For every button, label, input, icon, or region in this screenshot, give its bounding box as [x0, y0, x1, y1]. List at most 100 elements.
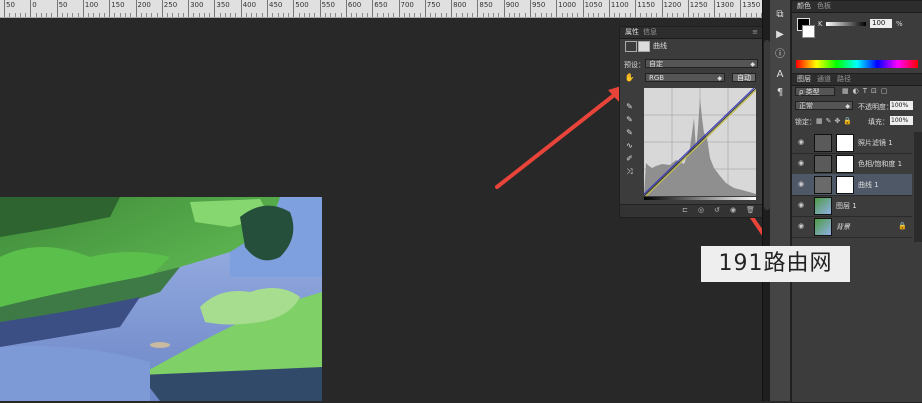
ruler-minor-tick [340, 13, 342, 17]
tab-color[interactable]: 颜色 [794, 2, 814, 11]
ruler-tick [240, 0, 242, 17]
layers-tabs: 图层 通道 路径 [792, 74, 922, 86]
trash-icon[interactable]: 🗑 [746, 206, 755, 214]
actions-icon[interactable]: ▶ [773, 28, 787, 42]
curves-graph[interactable] [644, 88, 756, 196]
tab-paths[interactable]: 路径 [834, 75, 854, 84]
ruler-minor-tick [88, 13, 90, 17]
percent-label: % [896, 20, 903, 28]
ruler-tick [82, 0, 84, 17]
ruler-minor-tick [245, 13, 247, 17]
ruler-minor-tick [277, 13, 279, 17]
ruler-minor-tick [498, 13, 500, 17]
clip-icon[interactable]: ⊏ [682, 206, 688, 214]
ruler-label: 1050 [584, 1, 603, 9]
ruler-minor-tick [25, 13, 27, 17]
k-value-field[interactable]: 100 [870, 19, 892, 28]
eye-icon[interactable]: ◉ [798, 159, 804, 167]
channel-dropdown[interactable]: RGB ◆ [645, 73, 725, 82]
layer-background[interactable]: ◉ 背景 🔒 [792, 216, 912, 238]
ruler-minor-tick [19, 13, 21, 17]
reset-icon[interactable]: ↺ [714, 206, 720, 214]
ruler-minor-tick [309, 13, 311, 17]
ruler-label: 100 [84, 1, 99, 9]
layer-thumbnail [814, 218, 832, 236]
eye-icon[interactable]: ◉ [798, 180, 804, 188]
background-color[interactable] [802, 25, 815, 38]
ruler-minor-tick [430, 13, 432, 17]
k-slider[interactable] [826, 22, 866, 26]
ruler-minor-tick [67, 13, 69, 17]
kind-filter-dropdown[interactable]: ρ 类型 [795, 87, 835, 96]
tab-swatches[interactable]: 色板 [814, 2, 834, 11]
auto-button[interactable]: 自动 [732, 73, 756, 82]
curve-edit-icon[interactable]: ∿ [624, 140, 635, 151]
k-label: K [818, 20, 823, 28]
fill-field[interactable]: 100% [890, 116, 913, 125]
eyedropper-black-icon[interactable]: ✎ [624, 101, 635, 112]
blend-mode-dropdown[interactable]: 正常 ◆ [795, 101, 853, 110]
ruler-label: 50 [6, 1, 15, 9]
blend-mode-value: 正常 [799, 102, 813, 110]
tab-layers[interactable]: 图层 [794, 75, 814, 84]
ruler-label: 650 [374, 1, 388, 9]
hand-adjust-icon[interactable]: ✋ [624, 72, 635, 83]
layer-curves[interactable]: ◉ 曲线 1 [792, 174, 912, 196]
paragraph-icon[interactable]: ¶ [773, 86, 787, 100]
document-image [0, 197, 322, 401]
color-spectrum[interactable] [796, 60, 918, 68]
ruler-minor-tick [366, 13, 368, 17]
panel-menu-icon[interactable]: ≡ [749, 28, 761, 37]
ruler-minor-tick [677, 13, 679, 17]
ruler-minor-tick [156, 13, 158, 17]
ruler-minor-tick [682, 13, 684, 17]
opacity-field[interactable]: 100% [890, 101, 913, 110]
ruler-minor-tick [177, 13, 179, 17]
k-value: 100 [872, 19, 886, 27]
curves-adjustment-icon [814, 176, 832, 194]
ruler-label: 1250 [689, 1, 708, 9]
eye-icon[interactable]: ◉ [798, 222, 804, 230]
site-watermark: 191路由网 [701, 246, 850, 282]
ruler-minor-tick [466, 13, 468, 17]
ruler-tick [135, 0, 137, 17]
layer-1[interactable]: ◉ 图层 1 [792, 195, 912, 217]
ruler-minor-tick [335, 13, 337, 17]
pencil-icon[interactable]: ✐ [624, 153, 635, 164]
tab-properties[interactable]: 属性 [622, 28, 642, 37]
ruler-label: 450 [269, 1, 283, 9]
ruler-label: 200 [137, 1, 151, 9]
visibility-icon[interactable]: ◉ [730, 206, 736, 214]
ruler-minor-tick [482, 13, 484, 17]
eyedropper-gray-icon[interactable]: ✎ [624, 114, 635, 125]
eye-icon[interactable]: ◉ [798, 201, 804, 209]
ruler-tick [345, 0, 347, 17]
tab-info[interactable]: 信息 [640, 28, 660, 37]
ruler-tick [556, 0, 558, 17]
ruler-minor-tick [566, 13, 568, 17]
adjustment-title: 曲线 [653, 42, 667, 50]
history-icon[interactable]: ⧉ [773, 8, 787, 22]
panel-icon-strip: ⧉ ▶ ⓘ A ¶ [770, 0, 791, 401]
layer-photo-filter[interactable]: ◉ 照片滤镜 1 [792, 132, 912, 154]
layer-hue-saturation[interactable]: ◉ 色相/饱和度 1 [792, 153, 912, 175]
character-icon[interactable]: A [773, 68, 787, 82]
preset-dropdown[interactable]: 自定 ◆ [645, 59, 758, 68]
layers-scrollbar[interactable] [914, 132, 922, 242]
ruler-minor-tick [119, 13, 121, 17]
view-previous-icon[interactable]: ◎ [698, 206, 704, 214]
ruler-minor-tick [167, 13, 169, 17]
fill-value: 100% [891, 117, 909, 124]
ruler-minor-tick [572, 13, 574, 17]
ruler-minor-tick [614, 13, 616, 17]
layer-mask-thumbnail [836, 134, 854, 152]
ruler-tick [293, 0, 295, 17]
eye-icon[interactable]: ◉ [798, 138, 804, 146]
color-panel: 颜色 色板 K 100 % [791, 0, 922, 74]
smooth-icon[interactable]: ⤨ [624, 166, 635, 177]
tab-channels[interactable]: 通道 [814, 75, 834, 84]
eyedropper-white-icon[interactable]: ✎ [624, 127, 635, 138]
ruler-tick [661, 0, 663, 17]
info-icon[interactable]: ⓘ [773, 48, 787, 62]
channel-value: RGB [649, 74, 665, 82]
